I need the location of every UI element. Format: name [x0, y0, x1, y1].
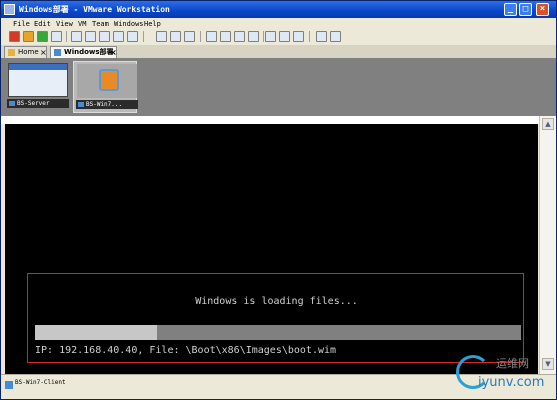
thumbnail-bs-win7[interactable]: BS-Win7...: [73, 61, 138, 113]
boot-loading-highlight: Windows is loading files... IP: 192.168.…: [27, 273, 524, 363]
thumbnail-label: BS-Win7...: [76, 100, 138, 109]
loading-text: Windows is loading files...: [195, 296, 358, 307]
menu-file[interactable]: File: [13, 18, 30, 30]
tab-windows-deploy-close-icon[interactable]: ×: [110, 47, 117, 58]
vm-status-icon: [5, 381, 13, 389]
vm-icon: [78, 102, 84, 107]
scroll-up-icon[interactable]: ▲: [542, 118, 554, 130]
tab-home-close-icon[interactable]: ×: [40, 47, 47, 58]
reset-icon[interactable]: [51, 31, 62, 42]
summary-view-icon[interactable]: [234, 31, 245, 42]
toolbar-separator: [66, 31, 67, 42]
send-keys-icon[interactable]: [156, 31, 167, 42]
thumbnail-screen: [8, 63, 68, 97]
menu-team[interactable]: Team: [92, 18, 109, 30]
loading-progress-fill: [35, 325, 157, 340]
thumbnail-bar: BS-Server BS-Win7...: [1, 58, 556, 116]
menu-view[interactable]: View: [56, 18, 73, 30]
clone-icon[interactable]: [127, 31, 138, 42]
full-screen-icon[interactable]: [184, 31, 195, 42]
toolbar-separator: [200, 31, 201, 42]
menu-bar: File Edit View VM Team Windows Help: [1, 18, 556, 30]
vmware-logo-icon: [99, 69, 119, 91]
vm-icon: [54, 49, 61, 56]
library-icon[interactable]: [293, 31, 304, 42]
toolbar-separator: [309, 31, 310, 42]
maximize-button[interactable]: □: [519, 3, 532, 16]
suspend-icon[interactable]: [23, 31, 34, 42]
preferences-icon[interactable]: [316, 31, 327, 42]
vm-settings-icon[interactable]: [113, 31, 124, 42]
minimize-button[interactable]: _: [504, 3, 517, 16]
tab-home-label: Home: [18, 48, 39, 56]
toolbar: [1, 30, 556, 44]
power-on-icon[interactable]: [37, 31, 48, 42]
power-off-icon[interactable]: [9, 31, 20, 42]
thumbnail-bs-server[interactable]: BS-Server: [5, 61, 69, 113]
toolbar-separator: [263, 31, 264, 42]
watermark: 运维网 iyunv.com: [456, 353, 556, 399]
menu-help[interactable]: Help: [144, 18, 161, 30]
thumbnail-icon[interactable]: [265, 31, 276, 42]
menu-windows[interactable]: Windows: [114, 18, 144, 30]
tab-windows-deploy[interactable]: Windows部署 ×: [50, 46, 117, 58]
console-view-icon[interactable]: [248, 31, 259, 42]
quick-switch-icon[interactable]: [206, 31, 217, 42]
watermark-cn: 运维网: [496, 357, 529, 370]
vm-icon: [9, 101, 15, 106]
thumbnail-label: BS-Server: [7, 99, 69, 108]
vmware-window: Windows部署 - VMware Workstation _ □ × Fil…: [0, 0, 557, 400]
toolbar-separator: [143, 31, 144, 42]
console-top-margin: [1, 116, 556, 124]
loading-progress-bar: [35, 325, 521, 340]
close-button[interactable]: ×: [536, 3, 549, 16]
normal-view-icon[interactable]: [170, 31, 181, 42]
tab-windows-deploy-label: Windows部署: [64, 48, 114, 56]
snapshot-icon[interactable]: [71, 31, 82, 42]
home-icon: [8, 49, 15, 56]
vm-console[interactable]: Windows is loading files... IP: 192.168.…: [5, 124, 538, 374]
unity-icon[interactable]: [220, 31, 231, 42]
thumbnail-label-text: BS-Server: [17, 100, 50, 107]
thumbnail-screen: [77, 64, 137, 98]
status-vm-name: BS-Win7-Client: [15, 379, 66, 386]
window-title: Windows部署 - VMware Workstation: [19, 5, 170, 14]
thumbnail-bar-icon[interactable]: [279, 31, 290, 42]
menu-edit[interactable]: Edit: [34, 18, 51, 30]
help-icon[interactable]: [330, 31, 341, 42]
tab-bar: Home × Windows部署 ×: [1, 45, 556, 58]
ip-file-line: IP: 192.168.40.40, File: \Boot\x86\Image…: [35, 345, 337, 356]
watermark-en: iyunv.com: [478, 375, 545, 390]
thumbnail-label-text: BS-Win7...: [86, 101, 123, 108]
menu-vm[interactable]: VM: [78, 18, 86, 30]
vertical-scrollbar[interactable]: ▲ ▼: [539, 116, 556, 374]
title-bar[interactable]: Windows部署 - VMware Workstation _ □ ×: [1, 1, 556, 18]
vmware-app-icon: [4, 4, 15, 15]
snapshot-manager-icon[interactable]: [99, 31, 110, 42]
tab-home[interactable]: Home ×: [4, 46, 47, 58]
revert-snapshot-icon[interactable]: [85, 31, 96, 42]
